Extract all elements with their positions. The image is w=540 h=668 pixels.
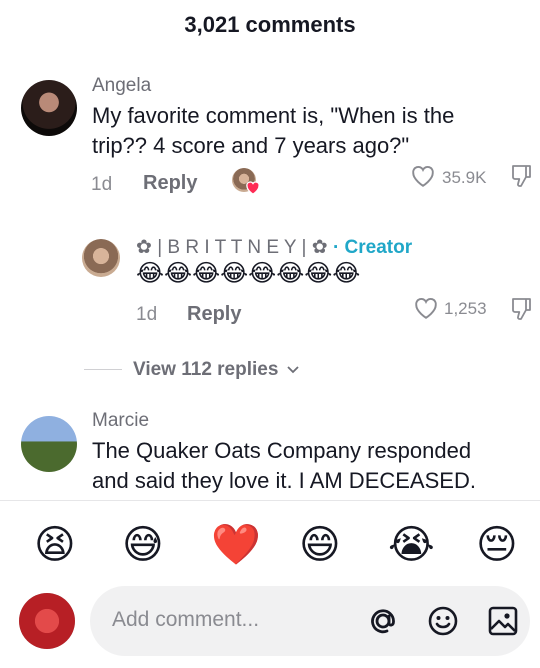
creator-label: · Creator xyxy=(332,237,413,258)
heart-outline-icon xyxy=(412,165,434,187)
smiley-icon xyxy=(428,606,458,636)
comment-author[interactable]: ✿ | B R I T T N E Y | ✿ · Creator xyxy=(136,236,412,259)
page-title: 3,021 comments xyxy=(184,12,356,37)
view-replies-button[interactable]: View 112 replies xyxy=(133,359,300,381)
like-count: 1,253 xyxy=(444,299,487,318)
comment-text: 😂😂😂😂😂😂😂😂 xyxy=(136,260,361,287)
at-icon xyxy=(371,609,395,634)
comment-age: 1d xyxy=(91,174,113,195)
avatar[interactable] xyxy=(21,416,77,472)
emoji-sweat-smile-button[interactable]: 😅 xyxy=(122,520,164,570)
view-replies-label: View 112 replies xyxy=(133,359,279,380)
image-attach-button[interactable] xyxy=(486,604,520,638)
avatar[interactable] xyxy=(82,239,120,277)
emoji-heart-button[interactable]: ❤️ xyxy=(211,520,261,570)
emoji-crying-button[interactable]: 😭 xyxy=(388,520,435,570)
heart-icon xyxy=(246,181,260,195)
comment-text-line: My favorite comment is, "When is the xyxy=(92,103,455,128)
emoji-pensive-button[interactable]: 😔 xyxy=(476,520,518,570)
comment-age: 1d xyxy=(136,304,158,325)
comment-text-line: trip?? 4 score and 7 years ago?" xyxy=(92,133,410,158)
comment-text-line: and said they love it. I AM DECEASED. xyxy=(92,468,476,493)
creator-liked-badge xyxy=(232,168,262,198)
like-count: 35.9K xyxy=(442,168,487,187)
image-icon xyxy=(488,606,518,636)
emoji-grin-button[interactable]: 😄 xyxy=(299,520,341,570)
thumbs-down-icon xyxy=(512,165,531,187)
comment-author[interactable]: Marcie xyxy=(92,410,149,432)
heart-outline-icon xyxy=(415,297,437,319)
like-button[interactable] xyxy=(413,296,439,320)
reply-button[interactable]: Reply xyxy=(187,303,241,326)
dislike-button[interactable] xyxy=(510,163,534,189)
thumbs-down-icon xyxy=(512,298,531,320)
comment-author[interactable]: Angela xyxy=(92,75,151,97)
like-button[interactable] xyxy=(410,164,436,188)
comment-text-line: The Quaker Oats Company responded xyxy=(92,438,472,463)
mention-button[interactable] xyxy=(366,604,400,638)
thread-line xyxy=(84,369,122,370)
author-name: ✿ | B R I T T N E Y | ✿ xyxy=(136,237,328,258)
avatar[interactable] xyxy=(21,80,77,136)
dislike-button[interactable] xyxy=(510,296,534,322)
emoji-tired-button[interactable]: 😫 xyxy=(34,520,76,570)
my-avatar xyxy=(19,593,75,649)
divider xyxy=(0,500,540,501)
comment-input-placeholder: Add comment... xyxy=(112,608,260,631)
reply-button[interactable]: Reply xyxy=(143,172,197,195)
chevron-down-icon xyxy=(287,366,299,374)
emoji-picker-button[interactable] xyxy=(426,604,460,638)
